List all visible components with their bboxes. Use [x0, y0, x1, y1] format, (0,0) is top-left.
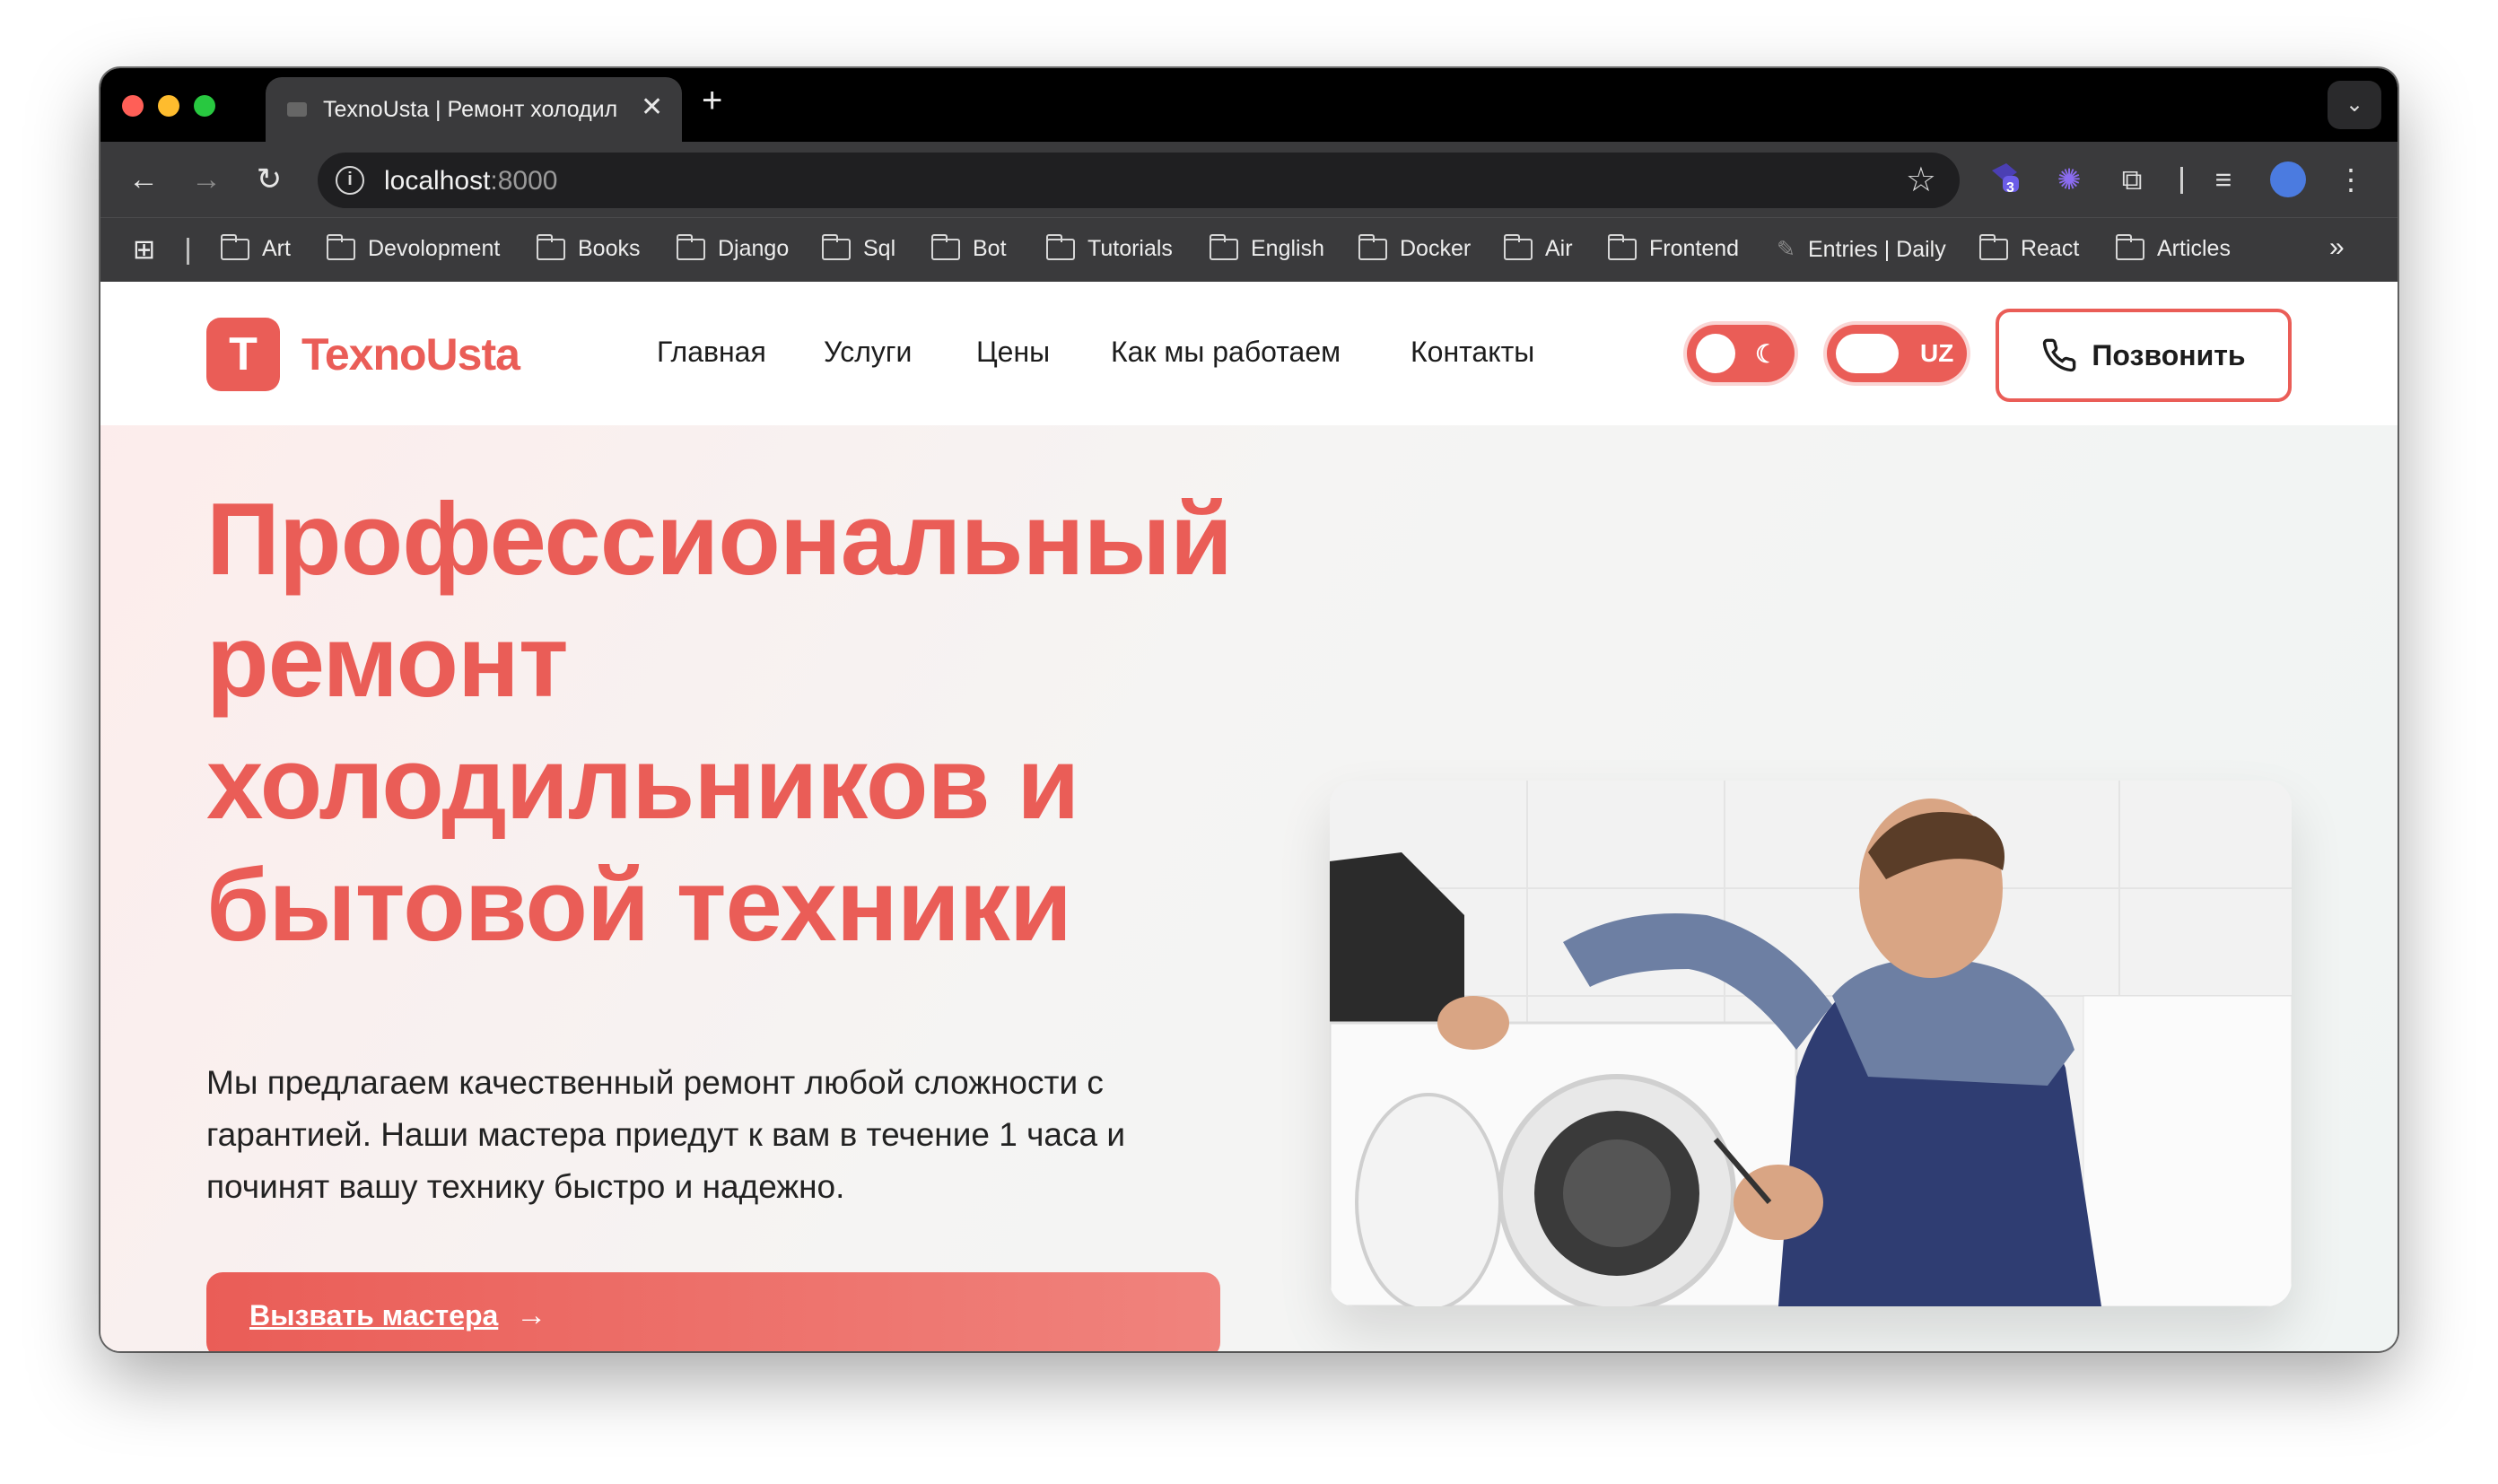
- site-info-icon[interactable]: i: [336, 166, 364, 195]
- browser-window: TexnoUsta | Ремонт холодил ✕ + ⌄ ← → ↻ i…: [100, 68, 2398, 1351]
- call-button-label: Позвонить: [2092, 338, 2246, 371]
- theme-toggle[interactable]: ☾: [1687, 325, 1795, 382]
- nav-link-services[interactable]: Услуги: [824, 336, 912, 369]
- arrow-right-icon: →: [516, 1297, 547, 1332]
- nav-link-prices[interactable]: Цены: [976, 336, 1050, 369]
- bookmark-english[interactable]: English: [1209, 233, 1324, 262]
- bookmarks-divider: [187, 238, 189, 265]
- hero-title-line: Профессиональный: [206, 483, 1233, 597]
- extension-icon[interactable]: 3: [1983, 158, 2026, 201]
- hero-title-line: бытовой техники: [206, 849, 1072, 963]
- puzzle-icon[interactable]: ⧉: [2110, 158, 2153, 201]
- nav-link-how-we-work[interactable]: Как мы работаем: [1111, 336, 1341, 369]
- bookmark-frontend[interactable]: Frontend: [1607, 233, 1739, 262]
- bookmark-react[interactable]: React: [1978, 233, 2079, 262]
- hero-title-line: холодильников и: [206, 727, 1079, 841]
- tab-search-button[interactable]: ⌄: [2328, 81, 2381, 129]
- toggle-knob: [1696, 334, 1735, 373]
- language-label: UZ: [1920, 339, 1954, 367]
- close-window-button[interactable]: [122, 95, 144, 117]
- hero-title: Профессиональный ремонт холодильников и …: [206, 479, 1283, 967]
- bookmark-sql[interactable]: Sql: [821, 233, 895, 262]
- forward-arrow-icon[interactable]: →: [185, 158, 228, 201]
- brand-name[interactable]: TexnoUsta: [301, 328, 520, 380]
- back-arrow-icon[interactable]: ←: [122, 158, 165, 201]
- hero-title-line: ремонт: [206, 605, 569, 719]
- phone-icon: [2043, 338, 2076, 372]
- maximize-window-button[interactable]: [194, 95, 215, 117]
- call-button[interactable]: Позвонить: [1996, 309, 2292, 402]
- bookmark-books[interactable]: Books: [536, 233, 640, 262]
- star-icon[interactable]: ☆: [1906, 160, 1936, 200]
- more-bookmarks-icon[interactable]: »: [2329, 232, 2345, 263]
- bookmarks-bar: ⊞ Art Devolopment Books Django Sql Bot T…: [100, 217, 2398, 282]
- profile-avatar[interactable]: [2267, 158, 2310, 201]
- bookmark-art[interactable]: Art: [220, 233, 291, 262]
- browser-tab[interactable]: TexnoUsta | Ремонт холодил ✕: [266, 77, 682, 142]
- bookmark-devolopment[interactable]: Devolopment: [326, 233, 500, 262]
- nav-link-home[interactable]: Главная: [657, 336, 766, 369]
- bookmark-entries-daily[interactable]: ✎ Entries | Daily: [1777, 236, 1946, 263]
- bookmark-docker[interactable]: Docker: [1358, 233, 1471, 262]
- webpage: T TexnoUsta Главная Услуги Цены Как мы р…: [100, 282, 2398, 1351]
- gear-extension-icon[interactable]: ✺: [2048, 158, 2091, 201]
- tab-title: TexnoUsta | Ремонт холодил: [323, 97, 618, 122]
- address-bar[interactable]: i localhost:8000 ☆: [318, 153, 1960, 208]
- kebab-menu-icon[interactable]: ⋮: [2329, 158, 2372, 201]
- logo-icon[interactable]: T: [206, 318, 280, 391]
- apps-grid-icon[interactable]: ⊞: [133, 234, 155, 266]
- cta-label: Вызвать мастера: [249, 1298, 499, 1331]
- url-text: localhost:8000: [384, 166, 558, 196]
- nav-link-contacts[interactable]: Контакты: [1411, 336, 1534, 369]
- site-header: T TexnoUsta Главная Услуги Цены Как мы р…: [100, 282, 2398, 425]
- bookmark-air[interactable]: Air: [1503, 233, 1573, 262]
- bookmark-articles[interactable]: Articles: [2115, 233, 2231, 262]
- moon-icon: ☾: [1755, 340, 1778, 368]
- close-tab-icon[interactable]: ✕: [641, 92, 663, 123]
- favicon-icon: [287, 102, 307, 117]
- bookmark-bot[interactable]: Bot: [930, 233, 1007, 262]
- hero-description: Мы предлагаем качественный ремонт любой …: [206, 1064, 1125, 1205]
- reload-icon[interactable]: ↻: [248, 158, 291, 201]
- extension-badge: 3: [2006, 180, 2014, 196]
- bookmark-tutorials[interactable]: Tutorials: [1045, 233, 1173, 262]
- reading-list-icon[interactable]: ≡: [2202, 158, 2245, 201]
- toggle-knob: [1836, 334, 1899, 373]
- language-toggle[interactable]: UZ: [1827, 325, 1967, 382]
- tab-strip: TexnoUsta | Ремонт холодил ✕ + ⌄: [100, 68, 2398, 142]
- call-master-button[interactable]: Вызвать мастера →: [206, 1272, 1220, 1351]
- toolbar-divider: [2180, 167, 2183, 194]
- pencil-icon: ✎: [1777, 237, 1795, 262]
- browser-toolbar: ← → ↻ i localhost:8000 ☆ 3 ✺ ⧉ ≡ ⋮: [100, 142, 2398, 217]
- new-tab-button[interactable]: +: [702, 83, 722, 118]
- minimize-window-button[interactable]: [158, 95, 179, 117]
- hero-image: [1330, 781, 2292, 1306]
- bookmark-django[interactable]: Django: [676, 233, 789, 262]
